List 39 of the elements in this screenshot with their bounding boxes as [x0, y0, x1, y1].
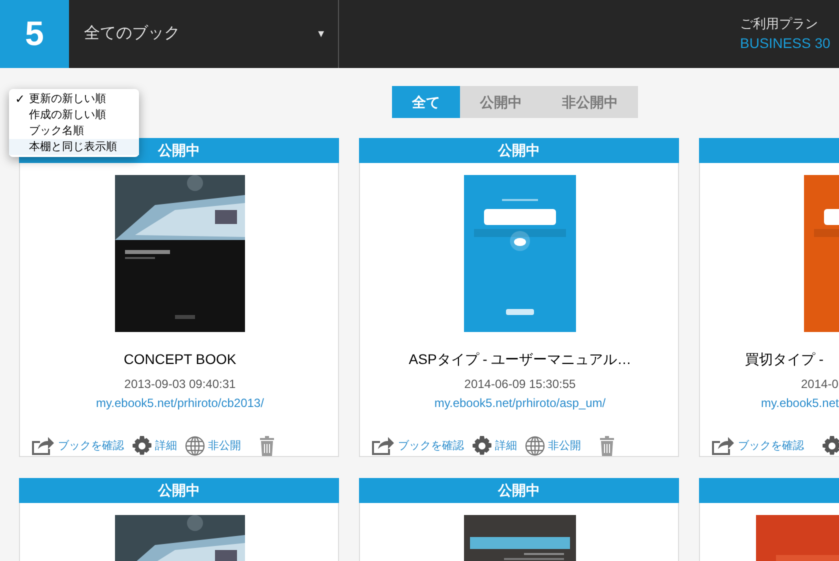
globe-icon [525, 436, 545, 456]
updated-date: 2014-0 [801, 376, 838, 393]
check-mark: ✓ [15, 91, 25, 108]
trash-icon[interactable] [599, 436, 615, 456]
updated-date: 2013-09-03 09:40:31 [124, 376, 236, 393]
sort-option[interactable]: ブック名順 [9, 123, 139, 139]
trash-icon[interactable] [259, 436, 275, 456]
action-link[interactable]: ブックを確認 [371, 436, 464, 456]
action-link[interactable]: 詳細 [132, 436, 177, 456]
sort-option[interactable]: 作成の新しい順 [9, 107, 139, 123]
status-label: 公開中 [158, 481, 200, 500]
book-url-link[interactable]: my.ebook5.net/prhiroto/cb2013/ [96, 394, 264, 412]
plan-name: BUSINESS 30 [740, 34, 832, 54]
globe-icon [185, 436, 205, 456]
share-icon [711, 436, 735, 456]
book-title: CONCEPT BOOK [124, 350, 236, 369]
action-link[interactable]: ブックを確認 [711, 436, 804, 456]
filter-tab[interactable]: 公開中 [460, 86, 542, 118]
logo[interactable]: 5 [0, 0, 69, 68]
filter-tab[interactable]: 非公開中 [542, 86, 638, 118]
sort-option[interactable]: ✓ 更新の新しい順 [9, 91, 139, 107]
filter-tab[interactable]: 全て [392, 86, 460, 118]
book-url-link[interactable]: my.ebook5.net [761, 394, 839, 412]
action-link[interactable]: ブックを確認 [31, 436, 124, 456]
book-title: ASPタイプ - ユーザーマニュアル… [408, 350, 632, 369]
action-link[interactable]: 詳細 [472, 436, 517, 456]
share-icon [371, 436, 395, 456]
book-selector[interactable]: 全てのブック ▼ [69, 0, 339, 68]
action-link[interactable]: 非公開 [525, 436, 581, 456]
updated-date: 2014-06-09 15:30:55 [464, 376, 576, 393]
status-label: 公開中 [158, 141, 200, 160]
sort-option[interactable]: 本棚と同じ表示順 [9, 139, 139, 155]
status-label: 公開中 [498, 481, 540, 500]
share-icon [31, 436, 55, 456]
book-url-link[interactable]: my.ebook5.net/prhiroto/asp_um/ [434, 394, 606, 412]
status-label: 公開中 [498, 141, 540, 160]
plan-label: ご利用プラン [740, 14, 819, 33]
action-link[interactable]: 非公開 [185, 436, 241, 456]
book-title: 買切タイプ - [745, 350, 824, 369]
